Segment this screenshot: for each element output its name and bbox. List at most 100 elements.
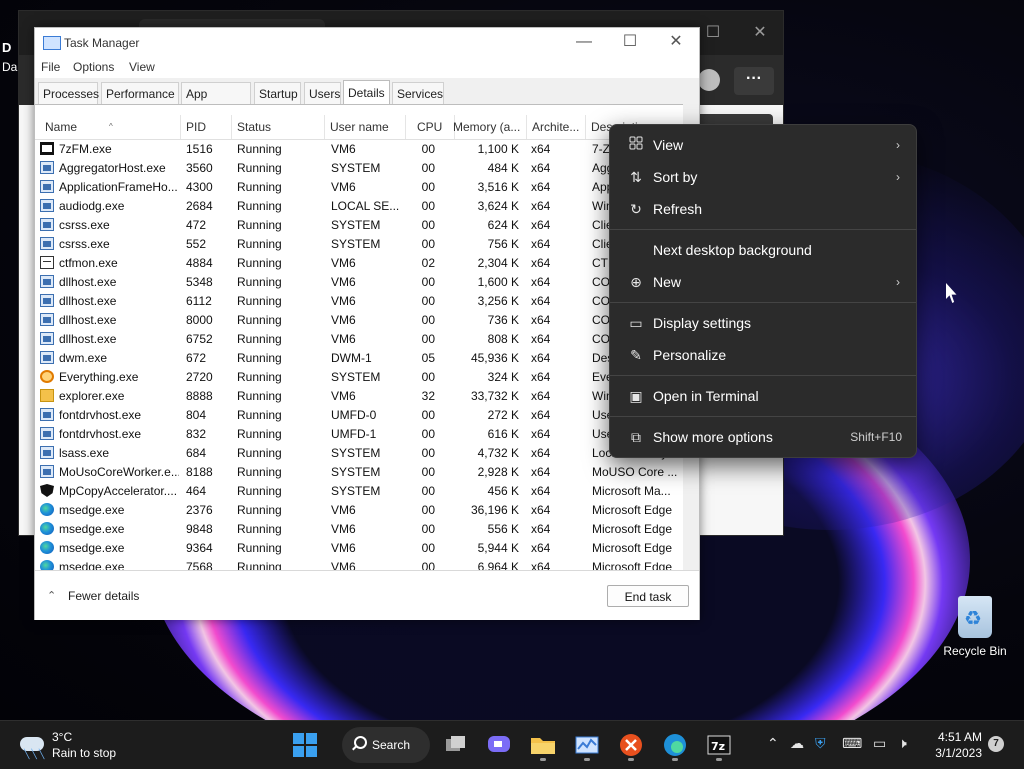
process-cpu: 00 [421,541,435,555]
table-row[interactable]: MpCopyAccelerator.... 464 Running SYSTEM 00 4… [35,482,697,501]
tab-startup[interactable]: Startup [254,82,301,104]
task-view-button[interactable] [438,727,474,763]
menu-file[interactable]: File [41,60,60,74]
7zip-taskbar-button[interactable]: 7z [701,727,737,763]
tab-services[interactable]: Services [392,82,444,104]
process-memory: 1,100 K [477,142,519,156]
table-row[interactable]: lsass.exe 684 Running SYSTEM 00 4,732 Kx64 Loc… [35,444,697,463]
maximize-icon[interactable]: ☐ [607,28,653,58]
process-memory: 45,936 K [470,351,519,365]
weather-description[interactable]: Rain to stop [52,746,116,760]
ctx-item-view[interactable]: View › [614,129,912,161]
clock-time[interactable]: 4:51 AM [934,730,982,744]
table-row[interactable]: ctfmon.exe 4884 Running VM6 02 2,304 Kx64 CTF [35,254,697,273]
svg-text:7z: 7z [711,740,725,753]
column-header-architecture[interactable]: Archite... [528,115,586,139]
process-status: Running [237,256,282,270]
process-cpu: 00 [421,503,435,517]
table-row[interactable]: csrss.exe 552 Running SYSTEM 00 756 Kx64 Clie [35,235,697,254]
minimize-icon[interactable]: — [561,28,607,58]
ctx-item-display-settings[interactable]: ▭ Display settings [614,307,912,339]
table-row[interactable]: msedge.exe 9364 Running VM6 00 5,944 K x64 Micr… [35,539,697,558]
notification-badge[interactable]: 7 [988,736,1004,752]
ctx-item-refresh[interactable]: ↻ Refresh [614,193,912,225]
edge-icon [40,541,54,554]
process-user: VM6 [331,541,356,555]
tab-app-history[interactable]: App history [181,82,251,123]
menu-options[interactable]: Options [73,60,114,74]
table-row[interactable]: Everything.exe 2720 Running SYSTEM 00 324 K x6… [35,368,697,387]
chevron-up-icon[interactable]: ⌃ [47,589,56,602]
process-status: Running [237,275,282,289]
column-header-pid[interactable]: PID [182,115,232,139]
ctx-item-sort-by[interactable]: ⇅ Sort by › [614,161,912,193]
table-row[interactable]: dllhost.exe 5348 Running VM6 00 1,600 Kx64 CO [35,273,697,292]
network-icon[interactable]: ▭ [873,735,886,752]
weather-rain-icon[interactable]: ╲╲╲ [18,731,46,759]
task-manager-taskbar-button[interactable] [569,727,605,763]
maximize-icon[interactable]: ☐ [703,23,723,43]
weather-temperature[interactable]: 3°C [52,730,72,744]
close-icon[interactable]: ✕ [750,23,770,43]
fewer-details-link[interactable]: Fewer details [68,589,139,603]
security-shield-icon[interactable]: ⛨ [815,735,826,752]
table-row[interactable]: audiodg.exe 2684 Running LOCAL SE... 00 3,624… [35,197,697,216]
process-user: SYSTEM [331,237,381,251]
clock-date[interactable]: 3/1/2023 [934,746,982,760]
edge-taskbar-button[interactable] [657,727,693,763]
table-row[interactable]: csrss.exe 472 Running SYSTEM 00 624 Kx64 Clie [35,216,697,235]
chat-button[interactable] [481,727,517,763]
table-row[interactable]: MoUsoCoreWorker.e... 8188 Running SYSTEM 00 2… [35,463,697,482]
table-row[interactable]: fontdrvhost.exe 804 Running UMFD-0 00 272 K x6… [35,406,697,425]
close-icon[interactable]: ✕ [653,28,699,58]
table-row[interactable]: ApplicationFrameHo... 4300 Running VM6 00 3,5… [35,178,697,197]
tab-details[interactable]: Details [343,80,390,105]
tab-performance[interactable]: Performance [101,82,179,104]
cloud-offline-icon[interactable]: ☁ [790,735,804,752]
table-row[interactable]: explorer.exe 8888 Running VM6 32 33,732 Kx64 W… [35,387,697,406]
process-pid: 672 [186,351,207,365]
tab-users[interactable]: Users [304,82,341,104]
table-row[interactable]: msedge.exe 9848 Running VM6 00 556 K x64 Micros… [35,520,697,539]
ctx-item-show-more-options[interactable]: ⧉ Show more options Shift+F10 [614,421,912,453]
file-explorer-button[interactable] [525,727,561,763]
avatar[interactable] [698,69,720,91]
table-row[interactable]: AggregatorHost.exe 3560 Running SYSTEM 00 484… [35,159,697,178]
show-hidden-icons-icon[interactable]: ⌃ [767,735,779,752]
running-indicator [716,758,722,761]
table-row[interactable]: fontdrvhost.exe 832 Running UMFD-1 00 616 K x6… [35,425,697,444]
taskbar-search-button[interactable]: Search [342,727,430,763]
table-row[interactable]: 7zFM.exe 1516 Running VM6 00 1,100 Kx64 7-Z [35,140,697,159]
ctx-item-next-background[interactable]: Next desktop background [614,234,912,266]
process-status: Running [237,294,282,308]
ctx-item-open-terminal[interactable]: ▣ Open in Terminal [614,380,912,412]
column-header-user-name[interactable]: User name [326,115,406,139]
recycle-bin-icon[interactable] [958,596,992,638]
ctx-item-personalize[interactable]: ✎ Personalize [614,339,912,371]
process-icon [40,294,54,307]
process-cpu: 32 [421,389,435,403]
keyboard-icon[interactable]: ⌨ [842,735,862,752]
column-header-status[interactable]: Status [233,115,325,139]
table-row[interactable]: dwm.exe 672 Running DWM-1 05 45,936 Kx64 Des [35,349,697,368]
column-header-memory[interactable]: Memory (a... [449,115,527,139]
start-button[interactable] [287,727,323,763]
menu-view[interactable]: View [129,60,155,74]
tab-processes[interactable]: Processes [38,82,99,104]
refresh-icon: ↻ [630,201,642,217]
task-manager-titlebar[interactable]: Task Manager — ☐ ✕ [35,28,699,58]
table-row[interactable]: msedge.exe 2376 Running VM6 00 36,196 K x64 Mic… [35,501,697,520]
column-header-name[interactable]: Name ^ [41,115,181,139]
ctx-item-new[interactable]: ⊕ New › [614,266,912,298]
end-task-button[interactable]: End task [607,585,689,607]
table-row[interactable]: dllhost.exe 8000 Running VM6 00 736 Kx64 CO [35,311,697,330]
table-row[interactable]: dllhost.exe 6112 Running VM6 00 3,256 Kx64 CO [35,292,697,311]
process-cpu: 00 [421,427,435,441]
app-taskbar-button[interactable] [613,727,649,763]
volume-muted-icon[interactable]: 🕨 [898,735,907,752]
recycle-bin[interactable]: Recycle Bin [940,596,1010,658]
task-manager-window[interactable]: Task Manager — ☐ ✕ File Options View Pro… [34,27,700,620]
more-options-button[interactable]: ··· [734,67,774,95]
process-architecture: x64 [531,313,551,327]
table-row[interactable]: dllhost.exe 6752 Running VM6 00 808 Kx64 CO [35,330,697,349]
